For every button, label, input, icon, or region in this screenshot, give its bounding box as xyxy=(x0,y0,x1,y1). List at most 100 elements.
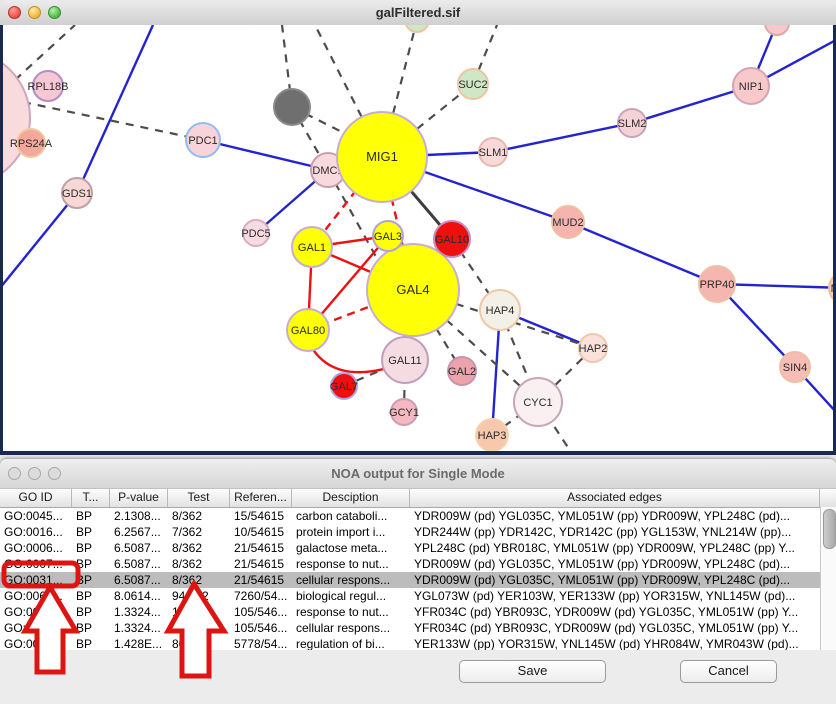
table-cell: YFR034C (pd) YBR093C, YDR009W (pd) YGL03… xyxy=(410,620,820,636)
node-label: GAL10 xyxy=(435,234,469,246)
table-cell: BP xyxy=(72,620,110,636)
node-label: GAL2 xyxy=(448,366,476,378)
noa-window-titlebar[interactable]: NOA output for Single Mode xyxy=(0,459,836,489)
column-header-associated-edges[interactable]: Associated edges xyxy=(410,489,820,507)
table-cell: galactose meta... xyxy=(292,540,410,556)
table-row[interactable]: GO:0007...BP6.5087...8/36221/54615respon… xyxy=(0,556,836,572)
edge-blue xyxy=(203,140,328,170)
table-cell: YDR009W (pd) YGL035C, YML051W (pp) YDR00… xyxy=(410,508,820,524)
close-button-icon[interactable] xyxy=(8,6,21,19)
edge-blue xyxy=(77,25,153,193)
close-button-icon[interactable] xyxy=(8,467,21,480)
node-label: CYC1 xyxy=(523,397,552,409)
node-label: MSL1 xyxy=(831,283,836,295)
noa-output-window: NOA output for Single Mode GO IDT...P-va… xyxy=(0,459,836,704)
table-cell: BP xyxy=(72,572,110,588)
table-cell: 1.3324... xyxy=(110,620,168,636)
table-cell: 8/362 xyxy=(168,572,230,588)
table-cell: GO:0031... xyxy=(0,620,72,636)
table-cell: 1.3324... xyxy=(110,604,168,620)
table-cell: GO:0006... xyxy=(0,540,72,556)
table-cell: 7/362 xyxy=(168,524,230,540)
table-cell: 8/362 xyxy=(168,540,230,556)
table-cell: YPL248C (pd) YBR018C, YML051W (pp) YDR00… xyxy=(410,540,820,556)
node-label: GDS1 xyxy=(62,188,92,200)
network-window-title: galFiltered.sif xyxy=(0,5,836,20)
node-unlabeled[interactable] xyxy=(405,25,429,32)
column-header-t-[interactable]: T... xyxy=(72,489,110,507)
table-row[interactable]: GO:0031...BP1.3324...11/362105/546...res… xyxy=(0,604,836,620)
results-table: GO IDT...P-valueTestReferen...Desciption… xyxy=(0,488,836,653)
table-cell: GO:0031... xyxy=(0,572,72,588)
table-row[interactable]: GO:0065...BP8.0614...94/3627260/54...bio… xyxy=(0,588,836,604)
table-cell: biological regul... xyxy=(292,588,410,604)
node-label: RPL18B xyxy=(28,81,69,93)
vertical-scrollbar[interactable] xyxy=(820,507,836,650)
table-cell: 8/362 xyxy=(168,556,230,572)
table-cell: cellular respons... xyxy=(292,620,410,636)
table-cell: 94/362 xyxy=(168,588,230,604)
zoom-button-icon[interactable] xyxy=(48,6,61,19)
scrollbar-thumb[interactable] xyxy=(823,509,836,549)
node-label: SLM2 xyxy=(618,118,647,130)
edge-blue xyxy=(493,123,632,152)
edge-dashed xyxy=(23,102,203,140)
table-row[interactable]: GO:0006...BP6.5087...8/36221/54615galact… xyxy=(0,540,836,556)
node-label: HAP3 xyxy=(478,430,507,442)
table-cell: 15/54615 xyxy=(230,508,292,524)
node-label: PDC5 xyxy=(241,228,270,240)
table-cell: 7260/54... xyxy=(230,588,292,604)
node-label: GAL80 xyxy=(291,325,325,337)
column-header-referen-[interactable]: Referen... xyxy=(230,489,292,507)
table-row[interactable]: GO:0045...BP2.1308...8/36215/54615carbon… xyxy=(0,508,836,524)
table-row[interactable]: GO:0031...BP1.3324...11/362105/546...cel… xyxy=(0,620,836,636)
table-cell: 8.0614... xyxy=(110,588,168,604)
node-label: GAL11 xyxy=(388,355,421,367)
network-canvas[interactable]: RPL18BRPS24AGDS1PDC1DMC1MIG1SUC2SLM1SLM2… xyxy=(0,25,836,455)
table-cell: 6.2567... xyxy=(110,524,168,540)
noa-window-title: NOA output for Single Mode xyxy=(0,466,836,481)
table-cell: response to nut... xyxy=(292,604,410,620)
column-header-go-id[interactable]: GO ID xyxy=(0,489,72,507)
table-cell: 2.1308... xyxy=(110,508,168,524)
table-cell: 21/54615 xyxy=(230,556,292,572)
zoom-button-icon[interactable] xyxy=(48,467,61,480)
table-cell: 21/54615 xyxy=(230,540,292,556)
table-cell: GO:0031... xyxy=(0,604,72,620)
table-cell: 10/54615 xyxy=(230,524,292,540)
node-unlabeled[interactable] xyxy=(274,89,310,125)
node-label: MIG1 xyxy=(366,149,398,164)
node-label: SUC2 xyxy=(458,79,487,91)
node-label: GAL3 xyxy=(374,231,402,243)
table-header-row: GO IDT...P-valueTestReferen...Desciption… xyxy=(0,488,836,508)
table-cell: response to nut... xyxy=(292,556,410,572)
table-cell: 6.5087... xyxy=(110,540,168,556)
edge-blue xyxy=(568,222,717,284)
table-row[interactable]: GO:0016...BP6.2567...7/36210/54615protei… xyxy=(0,524,836,540)
network-graph: RPL18BRPS24AGDS1PDC1DMC1MIG1SUC2SLM1SLM2… xyxy=(0,25,836,455)
table-row[interactable]: GO:0031...BP6.5087...8/36221/54615cellul… xyxy=(0,572,836,588)
table-cell: GO:0007... xyxy=(0,556,72,572)
table-cell: 6.5087... xyxy=(110,556,168,572)
node-label: MUD2 xyxy=(552,217,583,229)
node-label: HAP4 xyxy=(486,305,515,317)
column-header-test[interactable]: Test xyxy=(168,489,230,507)
minimize-button-icon[interactable] xyxy=(28,467,41,480)
node-label: NIP1 xyxy=(739,81,763,93)
network-window-titlebar[interactable]: galFiltered.sif xyxy=(0,0,836,26)
node-unlabeled[interactable] xyxy=(0,50,30,186)
table-cell: protein import i... xyxy=(292,524,410,540)
node-label: GAL7 xyxy=(330,381,358,393)
node-label: SIN4 xyxy=(783,362,807,374)
cancel-button[interactable]: Cancel xyxy=(680,660,777,683)
table-cell: BP xyxy=(72,556,110,572)
table-cell: 21/54615 xyxy=(230,572,292,588)
node-unlabeled[interactable] xyxy=(765,25,789,35)
minimize-button-icon[interactable] xyxy=(28,6,41,19)
table-cell: YDR244W (pp) YDR142C, YDR142C (pp) YGL15… xyxy=(410,524,820,540)
table-cell: GO:0045... xyxy=(0,508,72,524)
column-header-p-value[interactable]: P-value xyxy=(110,489,168,507)
table-cell: YGL073W (pd) YER103W, YER133W (pp) YOR31… xyxy=(410,588,820,604)
save-button[interactable]: Save xyxy=(459,660,606,683)
column-header-desciption[interactable]: Desciption xyxy=(292,489,410,507)
